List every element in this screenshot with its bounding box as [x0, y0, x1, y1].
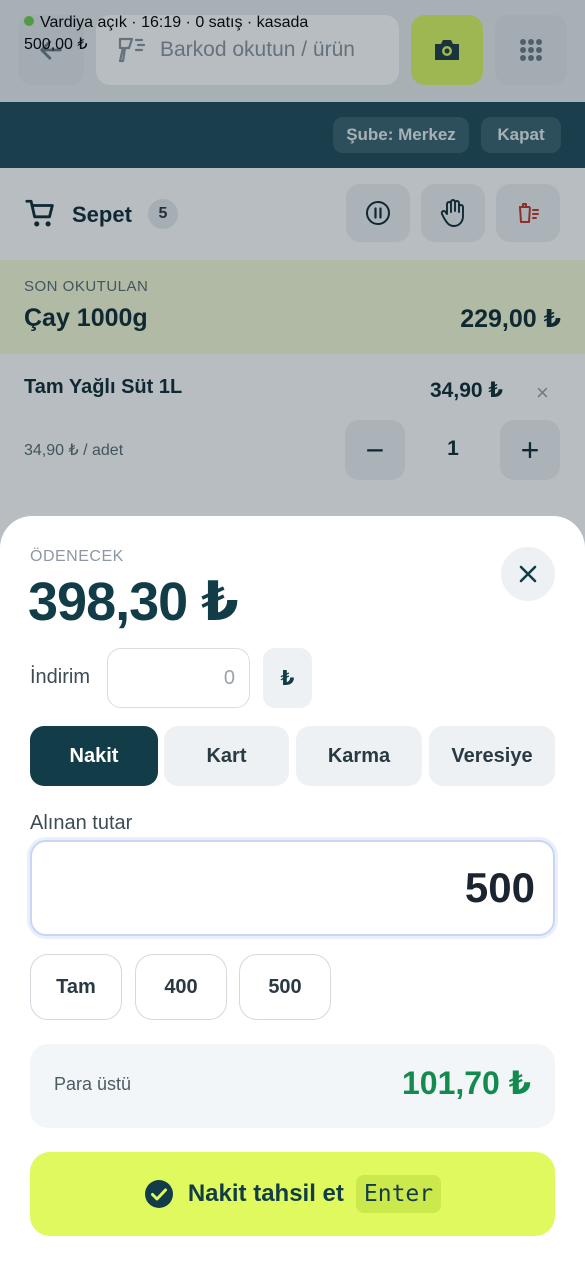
quick-amount-500[interactable]: 500 [239, 954, 331, 1020]
quick-amount-400[interactable]: 400 [135, 954, 227, 1020]
discount-unit-toggle[interactable]: ₺ [263, 648, 312, 708]
discount-label: İndirim [30, 666, 91, 688]
amount-due-label: ÖDENECEK [30, 548, 124, 565]
enter-shortcut-badge: Enter [355, 1175, 442, 1213]
received-amount-label: Alınan tutar [30, 812, 133, 834]
change-value: 101,70 ₺ [401, 1065, 531, 1101]
amount-due-value: 398,30 ₺ [28, 572, 239, 632]
received-amount-input[interactable] [30, 840, 555, 936]
collect-cash-label: Nakit tahsil et [187, 1180, 344, 1207]
check-circle-icon [144, 1180, 173, 1208]
quick-amount-exact[interactable]: Tam [30, 954, 122, 1020]
change-label: Para üstü [54, 1074, 132, 1094]
close-icon [519, 565, 537, 583]
collect-cash-button[interactable]: Nakit tahsil et Enter [30, 1152, 555, 1236]
discount-input[interactable] [107, 648, 250, 708]
payment-sheet: ÖDENECEK 398,30 ₺ İndirim ₺ Nakit Kart K… [0, 516, 585, 1266]
close-sheet-button[interactable] [501, 547, 555, 601]
method-tab-mixed[interactable]: Karma [296, 726, 422, 786]
method-tab-credit[interactable]: Veresiye [429, 726, 555, 786]
change-panel: Para üstü 101,70 ₺ [30, 1044, 555, 1128]
method-tab-cash[interactable]: Nakit [30, 726, 158, 786]
method-tab-card[interactable]: Kart [164, 726, 289, 786]
